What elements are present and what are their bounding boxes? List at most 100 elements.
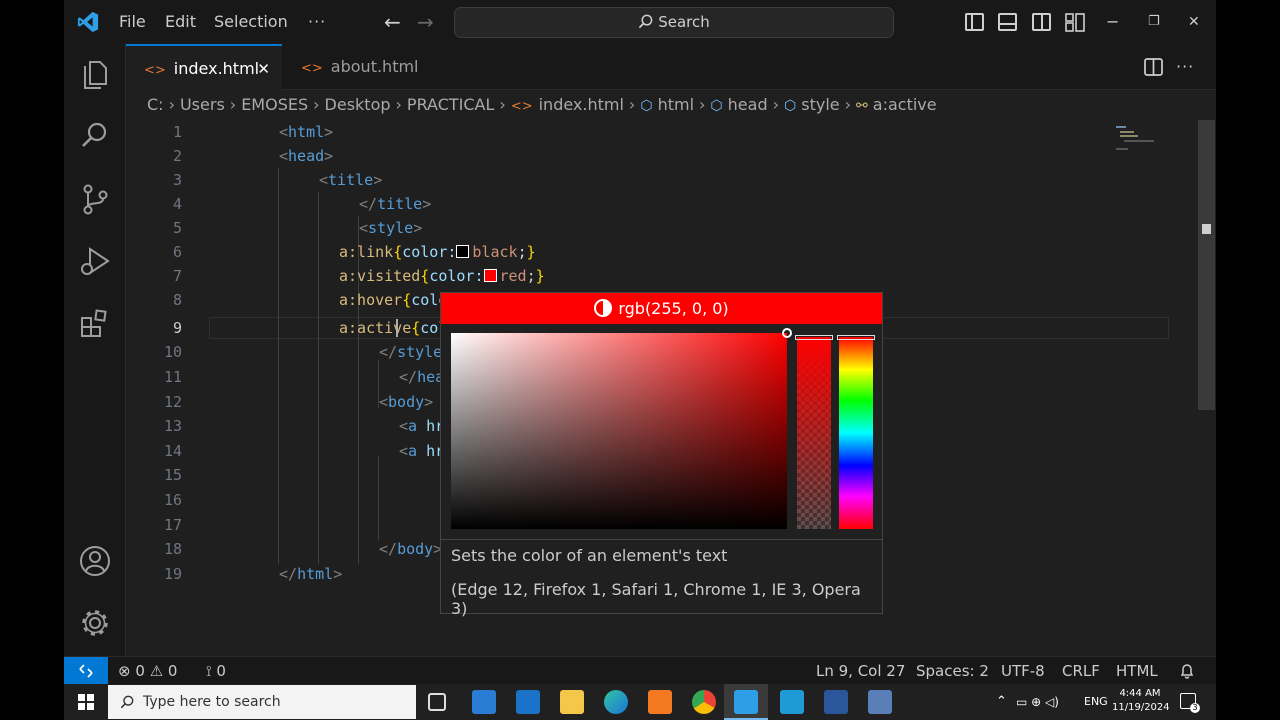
tab-label: index.html [173,59,260,78]
network-app-icon[interactable] [868,690,892,714]
menu-more[interactable]: ··· [308,0,326,44]
notification-center-icon[interactable]: 3 [1180,693,1200,713]
zoom-icon[interactable] [780,690,804,714]
line-number: 3 [172,171,182,189]
notifications-bell-icon[interactable] [1179,663,1195,679]
minimap[interactable] [1114,122,1156,152]
browser-compat: (Edge 12, Firefox 1, Safari 1, Chrome 1,… [451,580,861,618]
forward-arrow-icon[interactable]: → [417,0,434,44]
cursor-position[interactable]: Ln 9, Col 27 [816,657,905,685]
menu-selection[interactable]: Selection [214,0,288,44]
opacity-slider-handle[interactable] [795,335,833,340]
line-number: 16 [163,491,182,509]
line-number: 6 [172,243,182,261]
tab-index-html[interactable]: <> index.html ✕ [126,44,282,90]
extensions-icon[interactable] [78,306,112,340]
breadcrumb-item[interactable]: style [801,95,839,114]
breadcrumb-item[interactable]: C: [147,95,164,114]
menu-file[interactable]: File [119,0,146,44]
toggle-panel-icon[interactable] [998,13,1017,31]
color-value-header[interactable]: rgb(255, 0, 0) [441,293,882,324]
source-control-icon[interactable] [78,182,112,216]
code-line-4: </title> [359,195,432,213]
code-line-7: a:visited{color: red;} [339,267,545,285]
file-explorer-icon[interactable] [560,690,584,714]
breadcrumb-item[interactable]: a:active [873,95,937,114]
line-number: 15 [163,466,182,484]
opacity-strip[interactable] [795,335,833,529]
taskbar-search[interactable]: Type here to search [108,685,416,719]
back-arrow-icon[interactable]: ← [384,0,401,44]
customize-layout-icon[interactable] [1065,13,1085,32]
windows-start-icon[interactable] [78,694,94,710]
breadcrumb-item[interactable]: index.html [539,95,624,114]
language-mode[interactable]: HTML [1116,657,1158,685]
css-rule-icon: ⚯ [856,98,868,114]
saturation-box[interactable] [451,328,792,529]
breadcrumb-item[interactable]: EMOSES [241,95,308,114]
editor-more-actions[interactable]: ··· [1176,44,1194,90]
restore-button[interactable]: ❐ [1148,0,1160,44]
minimize-button[interactable]: − [1106,0,1119,44]
language-indicator[interactable]: ENG [1084,684,1108,720]
line-number: 13 [163,417,182,435]
line-number: 4 [172,195,182,213]
xampp-icon[interactable] [648,690,672,714]
problems-indicator[interactable]: ⊗ 0 ⚠ 0 [118,657,177,685]
vscode-taskbar-button[interactable] [724,684,768,720]
files-icon[interactable] [78,56,112,90]
taskbar-search-placeholder: Type here to search [143,694,281,710]
editor-scrollbar[interactable] [1198,120,1215,410]
element-cube-icon: ⬡ [784,98,797,114]
chrome-icon[interactable] [692,690,716,714]
split-editor-icon[interactable] [1144,58,1163,76]
saturation-handle[interactable] [782,328,792,338]
breadcrumb-item[interactable]: PRACTICAL [407,95,494,114]
breadcrumb-item[interactable]: Desktop [325,95,391,114]
indentation[interactable]: Spaces: 2 [916,657,989,685]
color-format-toggle-icon [594,299,613,317]
close-window-button[interactable]: ✕ [1188,0,1200,44]
tab-label: about.html [330,57,419,76]
command-center-search[interactable]: Search [454,7,894,38]
hue-strip[interactable] [837,335,875,529]
toggle-primary-sidebar-icon[interactable] [965,13,984,31]
breadcrumb-item[interactable]: head [728,95,768,114]
store-icon[interactable] [472,690,496,714]
element-cube-icon: ⬡ [710,98,723,114]
tray-chevron-icon[interactable]: ⌃ [996,684,1007,720]
remote-icon [79,664,93,678]
end-of-line[interactable]: CRLF [1062,657,1100,685]
vscode-icon [734,690,758,714]
encoding[interactable]: UTF-8 [1001,657,1045,685]
search-icon[interactable] [78,118,112,152]
remote-indicator[interactable] [64,657,108,685]
tab-about-html[interactable]: <> about.html [283,44,437,90]
color-swatch-black[interactable] [456,245,470,258]
color-swatch-red[interactable] [483,269,497,282]
vscode-logo-icon[interactable] [76,11,100,33]
menu-edit[interactable]: Edit [165,0,196,44]
line-number: 2 [172,147,182,165]
account-icon[interactable] [78,544,112,578]
word-icon[interactable] [824,690,848,714]
settings-gear-icon[interactable] [78,606,112,640]
code-line-12: <body> [379,393,434,411]
scrollbar-cursor-marker [1202,224,1211,234]
close-tab-icon[interactable]: ✕ [257,46,270,92]
toggle-secondary-sidebar-icon[interactable] [1032,13,1051,31]
breadcrumb-item[interactable]: Users [180,95,225,114]
hue-slider-handle[interactable] [837,335,875,340]
tray-icons[interactable]: ▭ ⊕ ◁) [1016,684,1059,720]
task-view-icon[interactable] [428,693,446,711]
run-debug-icon[interactable] [78,244,112,278]
clock-time: 4:44 AM [1119,688,1161,699]
breadcrumb-item[interactable]: html [658,95,694,114]
clock[interactable]: 4:44 AM 11/19/2024 [1112,687,1170,715]
ports-indicator[interactable]: ⟟ 0 [206,657,226,685]
edge-icon[interactable] [604,690,628,714]
windows-taskbar: Type here to search ⌃ ▭ ⊕ ◁) ENG 4:44 AM… [64,684,1216,720]
error-icon: ⊗ [118,662,131,680]
color-picker-popup: rgb(255, 0, 0) Sets the color of an elem… [440,292,883,618]
mail-icon[interactable] [516,690,540,714]
